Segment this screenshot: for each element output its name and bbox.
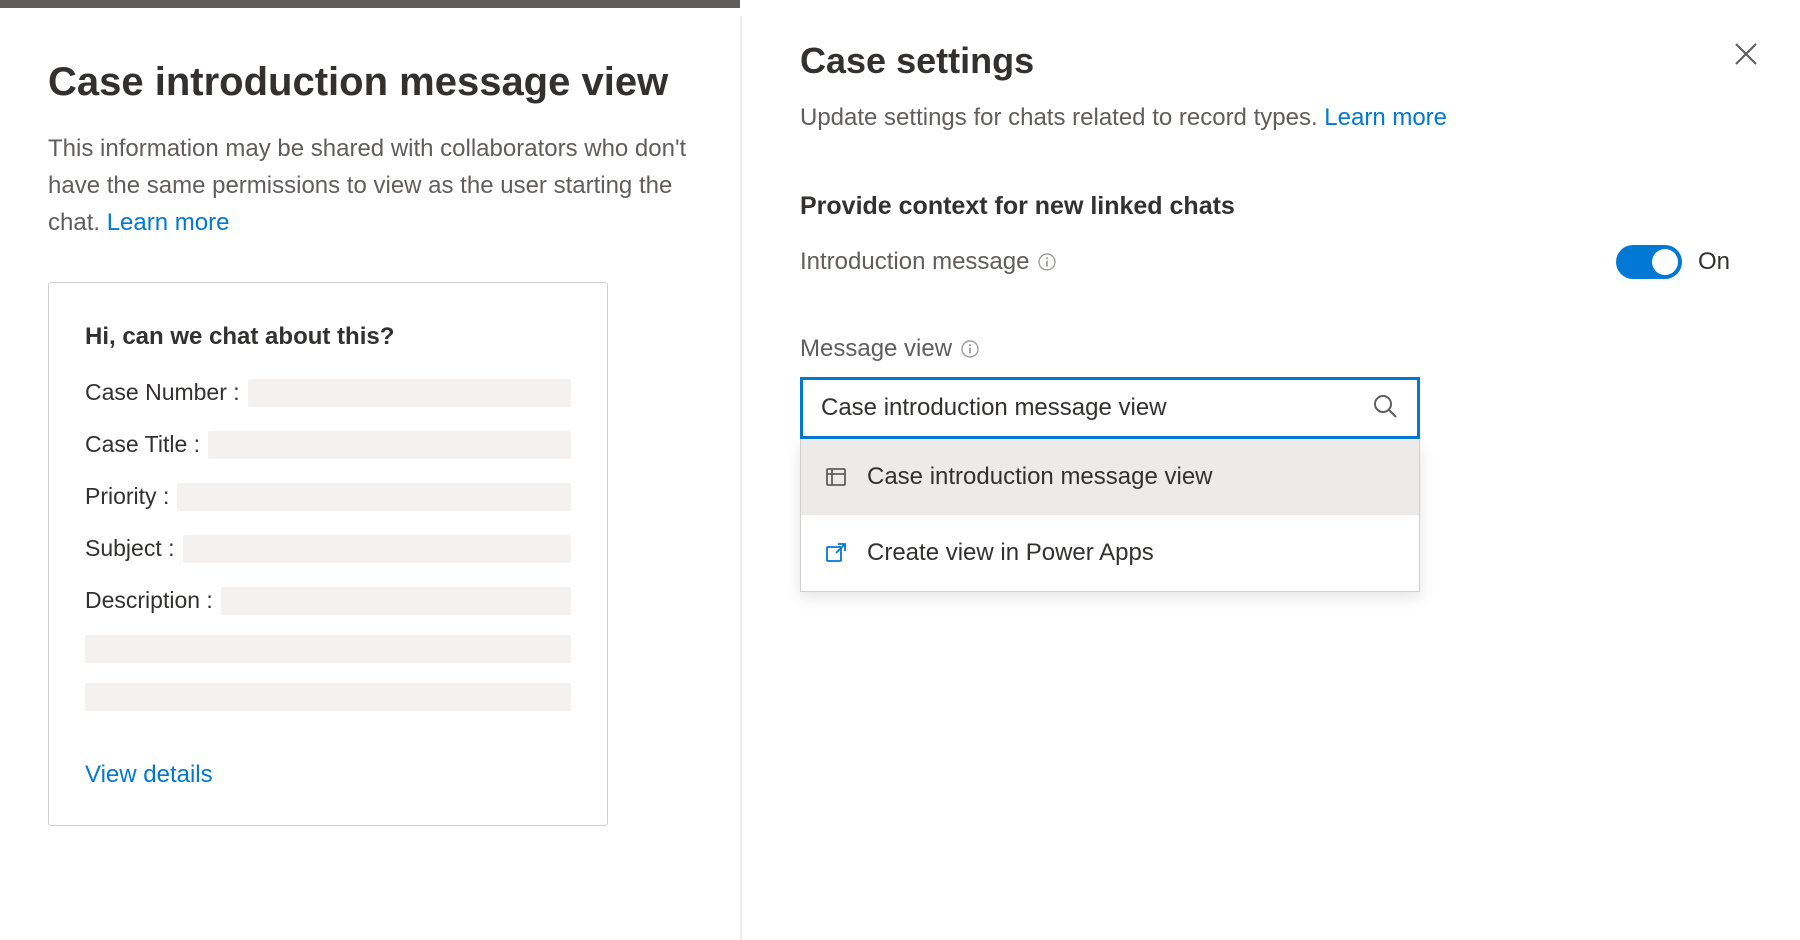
search-icon[interactable]	[1371, 392, 1399, 425]
message-view-dropdown: Case introduction message view Create vi…	[800, 439, 1420, 592]
intro-message-toggle-row: Introduction message On	[800, 245, 1730, 279]
field-value-placeholder	[221, 587, 571, 615]
preview-card: Hi, can we chat about this? Case Number …	[48, 282, 608, 826]
field-subject: Subject :	[85, 535, 571, 563]
field-value-placeholder	[208, 431, 571, 459]
field-value-placeholder	[183, 535, 572, 563]
info-icon[interactable]	[960, 339, 980, 359]
field-priority: Priority :	[85, 483, 571, 511]
field-value-placeholder	[248, 379, 571, 407]
view-details-link[interactable]: View details	[85, 761, 213, 789]
field-label: Subject :	[85, 535, 175, 562]
toggle-state-text: On	[1698, 248, 1730, 276]
field-case-number: Case Number :	[85, 379, 571, 407]
dropdown-item-create-view[interactable]: Create view in Power Apps	[801, 515, 1419, 591]
field-label: Priority :	[85, 483, 169, 510]
field-label: Description :	[85, 587, 213, 614]
message-view-combo: Case introduction message view Create vi…	[800, 377, 1420, 592]
settings-subtitle: Update settings for chats related to rec…	[800, 100, 1730, 136]
settings-title: Case settings	[800, 40, 1730, 82]
settings-subtitle-text: Update settings for chats related to rec…	[800, 104, 1324, 131]
field-value-placeholder	[177, 483, 571, 511]
field-case-title: Case Title :	[85, 431, 571, 459]
field-label: Case Title :	[85, 431, 200, 458]
intro-message-toggle[interactable]	[1616, 245, 1682, 279]
intro-message-toggle-wrap: On	[1616, 245, 1730, 279]
intro-message-label: Introduction message	[800, 248, 1057, 276]
preview-panel: Case introduction message view This info…	[0, 0, 740, 940]
dropdown-item-label: Case introduction message view	[867, 463, 1213, 491]
field-value-placeholder	[85, 635, 571, 663]
dropdown-item-case-view[interactable]: Case introduction message view	[801, 439, 1419, 515]
toggle-knob	[1652, 249, 1678, 275]
section-heading: Provide context for new linked chats	[800, 192, 1730, 221]
field-description: Description :	[85, 587, 571, 615]
intro-message-label-text: Introduction message	[800, 248, 1029, 276]
preview-description: This information may be shared with coll…	[48, 130, 688, 242]
description-extra-lines	[85, 635, 571, 711]
view-icon	[823, 464, 849, 490]
message-view-input[interactable]	[821, 394, 1371, 422]
settings-learn-more-link[interactable]: Learn more	[1324, 104, 1447, 131]
preview-learn-more-link[interactable]: Learn more	[107, 209, 230, 236]
field-value-placeholder	[85, 683, 571, 711]
dropdown-item-label: Create view in Power Apps	[867, 539, 1154, 567]
message-view-label-text: Message view	[800, 335, 952, 363]
field-label: Case Number :	[85, 379, 240, 406]
close-icon	[1733, 41, 1759, 67]
info-icon[interactable]	[1037, 252, 1057, 272]
message-view-input-wrap[interactable]	[800, 377, 1420, 439]
chat-lead-text: Hi, can we chat about this?	[85, 323, 571, 351]
close-button[interactable]	[1726, 34, 1766, 74]
message-view-label: Message view	[800, 335, 1730, 363]
preview-title: Case introduction message view	[48, 58, 690, 106]
open-external-icon	[823, 540, 849, 566]
settings-panel: Case settings Update settings for chats …	[740, 0, 1800, 940]
